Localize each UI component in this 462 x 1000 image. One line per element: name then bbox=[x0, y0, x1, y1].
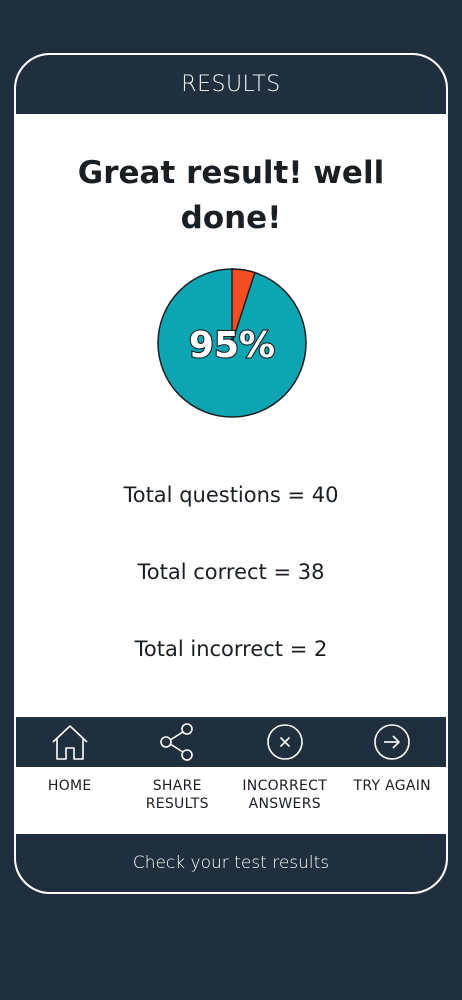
total-incorrect-stat: Total incorrect = 2 bbox=[134, 637, 328, 661]
incorrect-answers-label: INCORRECT ANSWERS bbox=[242, 778, 328, 812]
total-correct-stat: Total correct = 38 bbox=[137, 560, 325, 584]
score-percent-label: 95% bbox=[189, 325, 275, 366]
try-again-button[interactable]: TRY AGAIN bbox=[339, 717, 447, 837]
share-results-button[interactable]: SHARE RESULTS bbox=[124, 717, 232, 837]
close-circle-icon bbox=[266, 724, 303, 760]
total-questions-stat: Total questions = 40 bbox=[123, 483, 339, 507]
score-pie-chart: 95% bbox=[156, 267, 308, 419]
page-title: RESULTS bbox=[181, 72, 281, 97]
results-card: RESULTS Great result! well done! 95% Tot… bbox=[14, 53, 448, 894]
arrow-right-circle-icon bbox=[374, 724, 411, 760]
footer-bar: Check your test results bbox=[16, 834, 446, 892]
result-headline: Great result! well done! bbox=[77, 155, 385, 236]
share-icon bbox=[160, 723, 194, 761]
results-header: RESULTS bbox=[16, 55, 446, 114]
incorrect-answers-button[interactable]: INCORRECT ANSWERS bbox=[231, 717, 339, 837]
home-label: HOME bbox=[47, 778, 92, 794]
home-icon bbox=[52, 725, 88, 760]
footer-text: Check your test results bbox=[132, 853, 330, 873]
home-button[interactable]: HOME bbox=[16, 717, 124, 837]
share-results-label: SHARE RESULTS bbox=[145, 778, 209, 812]
try-again-label: TRY AGAIN bbox=[353, 778, 431, 794]
bottom-action-nav: HOME SHARE RESULTS INCORRECT ANSWERS TRY… bbox=[16, 717, 446, 837]
